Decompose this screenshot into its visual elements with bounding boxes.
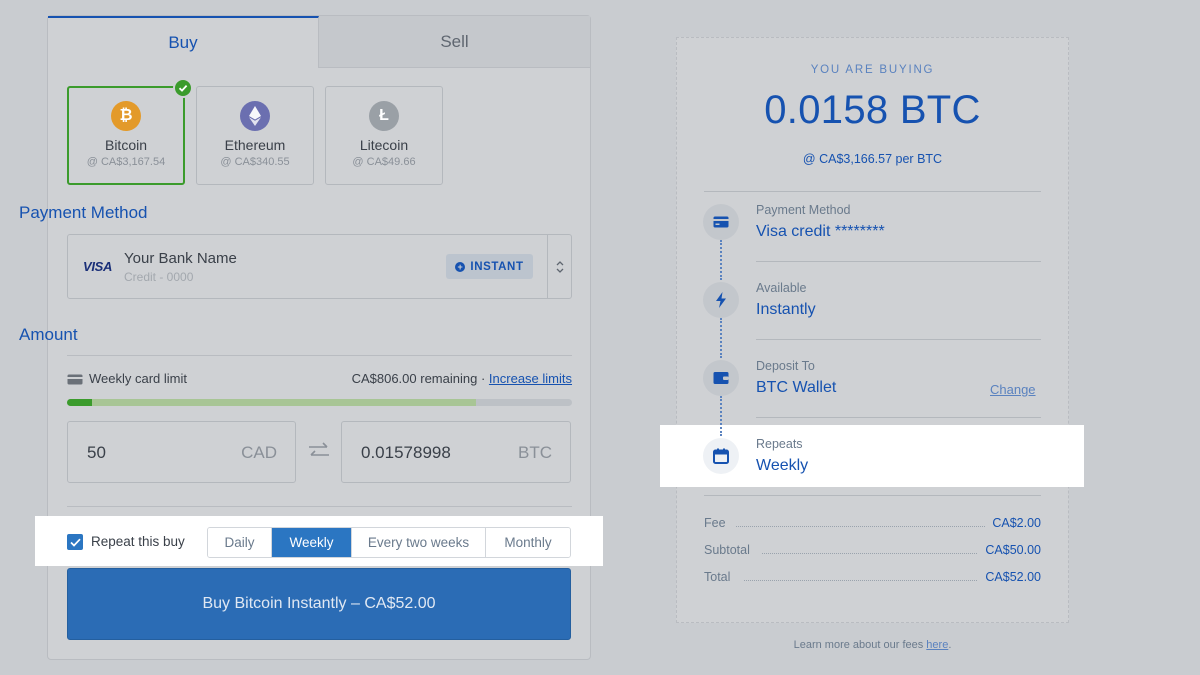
coin-name: Ethereum <box>224 137 286 153</box>
instant-badge-label: INSTANT <box>470 260 524 273</box>
exchange-rate: @ CA$3,166.57 per BTC <box>802 152 943 166</box>
step-label-available: Available <box>756 281 807 295</box>
learn-more-fees: Learn more about our fees here. <box>676 639 1069 651</box>
frequency-every-two-weeks[interactable]: Every two weeks <box>352 528 486 557</box>
increase-limits-link[interactable]: Increase limits <box>489 371 572 386</box>
bank-name: Your Bank Name <box>124 250 237 267</box>
fiat-amount-input[interactable]: 50 CAD <box>67 421 296 483</box>
weekly-limit-row: Weekly card limit CA$806.00 remaining · … <box>67 371 572 387</box>
buy-button[interactable]: Buy Bitcoin Instantly – CA$52.00 <box>67 568 571 640</box>
coin-card-bitcoin[interactable]: ₿ Bitcoin @ CA$3,167.54 <box>67 78 193 185</box>
summary-divider <box>704 191 1041 192</box>
coin-price: @ CA$49.66 <box>352 156 416 168</box>
check-icon <box>173 78 193 98</box>
coin-price: @ CA$3,167.54 <box>86 156 166 168</box>
fee-leader <box>736 526 985 527</box>
coin-card-litecoin[interactable]: Ł Litecoin @ CA$49.66 <box>325 86 443 185</box>
weekly-limit-label: Weekly card limit <box>89 371 188 386</box>
checkmark-icon <box>69 538 81 547</box>
frequency-monthly[interactable]: Monthly <box>486 528 570 557</box>
amount-title: Amount <box>19 325 78 344</box>
coin-name: Litecoin <box>359 137 409 153</box>
progress-remaining <box>92 399 476 406</box>
payment-method-title: Payment Method <box>19 203 148 222</box>
total-label: Total <box>704 570 731 584</box>
crypto-currency: BTC <box>518 443 552 462</box>
limit-remaining: CA$806.00 remaining · Increase limits <box>352 371 572 386</box>
step-divider <box>756 261 1041 262</box>
frequency-selector: Daily Weekly Every two weeks Monthly <box>207 527 571 558</box>
step-divider <box>756 339 1041 340</box>
total-value: CA$52.00 <box>985 570 1041 584</box>
frequency-weekly[interactable]: Weekly <box>272 528 352 557</box>
step-connector <box>720 396 722 436</box>
subtotal-value: CA$50.00 <box>985 543 1041 557</box>
fee-row: Fee CA$2.00 <box>704 516 1041 532</box>
buying-heading: YOU ARE BUYING <box>810 64 935 76</box>
limit-progress-bar <box>67 399 572 406</box>
coin-card-ethereum[interactable]: Ethereum @ CA$340.55 <box>196 86 314 185</box>
fee-label: Fee <box>704 516 726 530</box>
learn-more-period: . <box>948 639 952 651</box>
payment-method-select[interactable]: VISA Your Bank Name Credit - 0000 + INST… <box>67 234 572 299</box>
fiat-amount-value: 50 <box>87 443 106 462</box>
learn-more-text: Learn more about our fees <box>793 639 927 651</box>
subtotal-leader <box>762 553 977 554</box>
crypto-amount-value: 0.01578998 <box>361 443 451 462</box>
bitcoin-symbol: ₿ <box>119 107 133 124</box>
bank-account-detail: Credit - 0000 <box>124 270 194 284</box>
step-connector <box>720 318 722 358</box>
total-row: Total CA$52.00 <box>704 570 1041 586</box>
frequency-daily[interactable]: Daily <box>208 528 272 557</box>
step-label-repeats: Repeats <box>756 437 803 451</box>
step-label-deposit: Deposit To <box>756 359 815 373</box>
visa-logo: VISA <box>83 259 113 274</box>
bitcoin-icon: ₿ <box>111 101 141 131</box>
fees-divider <box>704 495 1041 496</box>
coin-name: Bitcoin <box>104 137 148 153</box>
remaining-amount: CA$806.00 remaining <box>351 371 478 386</box>
change-wallet-link[interactable]: Change <box>990 382 1036 397</box>
tab-buy[interactable]: Buy <box>48 16 319 68</box>
repeat-checkbox[interactable] <box>67 534 83 550</box>
ethereum-icon <box>240 101 270 131</box>
step-label-payment: Payment Method <box>756 203 851 217</box>
repeat-label: Repeat this buy <box>91 534 185 549</box>
tab-sell[interactable]: Sell <box>319 16 590 68</box>
subtotal-row: Subtotal CA$50.00 <box>704 543 1041 559</box>
separator-dot: · <box>480 371 486 386</box>
litecoin-symbol: Ł <box>379 107 389 124</box>
step-value-payment: Visa credit ******** <box>756 223 885 240</box>
step-value-available: Instantly <box>756 301 816 318</box>
fee-value: CA$2.00 <box>992 516 1041 530</box>
swap-icon[interactable] <box>308 441 330 461</box>
chevron-updown-icon[interactable] <box>547 235 571 298</box>
lightning-icon <box>703 282 739 318</box>
instant-badge: + INSTANT <box>446 254 533 279</box>
step-value-deposit: BTC Wallet <box>756 379 837 396</box>
wallet-icon <box>703 360 739 396</box>
step-value-repeats: Weekly <box>756 457 809 474</box>
fees-here-link[interactable]: here <box>926 639 948 651</box>
step-connector <box>720 240 722 280</box>
total-leader <box>744 580 977 581</box>
credit-card-icon <box>67 374 83 385</box>
trade-tabs: Buy Sell <box>48 16 590 68</box>
calendar-icon <box>703 438 739 474</box>
repeat-divider <box>67 506 572 507</box>
plus-circle-icon: + <box>455 261 466 272</box>
step-divider <box>756 417 1041 418</box>
crypto-amount-input[interactable]: 0.01578998 BTC <box>341 421 571 483</box>
progress-used <box>67 399 92 406</box>
coin-price: @ CA$340.55 <box>220 156 290 168</box>
fiat-currency: CAD <box>241 443 277 462</box>
amount-divider <box>67 355 572 356</box>
litecoin-icon: Ł <box>369 101 399 131</box>
buy-amount: 0.0158 BTC <box>764 88 981 132</box>
subtotal-label: Subtotal <box>704 543 750 557</box>
card-icon <box>703 204 739 240</box>
